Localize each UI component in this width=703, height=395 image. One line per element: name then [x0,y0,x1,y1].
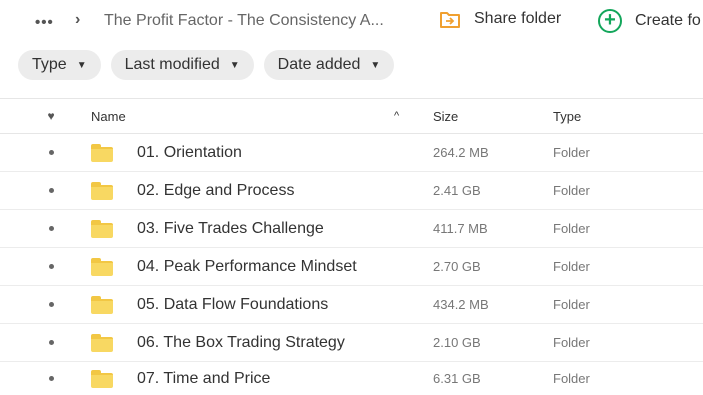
favorite-cell [44,286,58,323]
type-cell: Folder [553,297,590,312]
size-cell: 2.10 GB [433,335,481,350]
type-cell: Folder [553,145,590,160]
favorite-cell [44,134,58,171]
favorite-dot-icon[interactable] [48,340,54,345]
size-cell: 2.70 GB [433,259,481,274]
favorite-dot-icon[interactable] [48,226,54,231]
favorite-dot-icon[interactable] [48,150,54,155]
folder-icon [91,295,113,314]
table-row[interactable]: 03. Five Trades Challenge 411.7 MB Folde… [0,210,703,248]
favorite-dot-icon[interactable] [48,264,54,269]
favorite-cell [44,248,58,285]
type-header-label: Type [553,108,582,124]
filter-bar: Type ▼ Last modified ▼ Date added ▼ [18,50,395,80]
size-column-header[interactable]: Size [433,99,458,133]
favorite-dot-icon[interactable] [48,188,54,193]
share-folder-icon [440,10,460,28]
table-header: ♥ Name ^ Size Type [0,98,703,134]
size-cell: 6.31 GB [433,371,481,386]
size-cell: 264.2 MB [433,145,489,160]
size-cell: 411.7 MB [433,221,488,236]
create-folder-button[interactable]: + Create fo [598,9,701,33]
type-cell: Folder [553,183,590,198]
name-cell: 04. Peak Performance Mindset [91,248,357,285]
favorite-column-header[interactable]: ♥ [44,99,58,133]
filter-date-added[interactable]: Date added ▼ [263,50,395,80]
plus-circle-icon: + [598,9,622,33]
chevron-down-icon: ▼ [229,59,240,71]
filter-type-label: Type [32,56,67,73]
size-cell: 2.41 GB [433,183,481,198]
folder-icon [91,333,113,352]
type-column-header[interactable]: Type [553,99,581,133]
name-cell: 05. Data Flow Foundations [91,286,328,323]
share-folder-button[interactable]: Share folder [440,10,561,28]
name-cell: 01. Orientation [91,134,242,171]
folder-name[interactable]: 07. Time and Price [137,370,270,388]
size-cell: 434.2 MB [433,297,489,312]
filter-type[interactable]: Type ▼ [18,50,101,80]
type-cell: Folder [553,335,590,350]
chevron-down-icon: ▼ [76,59,87,71]
type-cell: Folder [553,221,590,236]
favorite-cell [44,210,58,247]
filter-last-modified-label: Last modified [124,56,220,73]
share-folder-label: Share folder [474,10,562,27]
top-bar: ••• › The Profit Factor - The Consistenc… [0,0,703,44]
folder-name[interactable]: 06. The Box Trading Strategy [137,334,345,352]
favorite-dot-icon[interactable] [48,376,54,381]
table-row[interactable]: 01. Orientation 264.2 MB Folder [0,134,703,172]
name-cell: 07. Time and Price [91,362,270,395]
create-folder-label: Create fo [635,12,701,29]
favorite-cell [44,324,58,361]
table-row[interactable]: 05. Data Flow Foundations 434.2 MB Folde… [0,286,703,324]
folder-icon [91,257,113,276]
table-row[interactable]: 04. Peak Performance Mindset 2.70 GB Fol… [0,248,703,286]
folder-icon [91,369,113,388]
folder-icon [91,219,113,238]
more-options-icon[interactable]: ••• [35,14,54,31]
folder-name[interactable]: 01. Orientation [137,144,242,162]
folder-name[interactable]: 03. Five Trades Challenge [137,220,324,238]
table-row[interactable]: 02. Edge and Process 2.41 GB Folder [0,172,703,210]
favorite-cell [44,362,58,395]
name-cell: 02. Edge and Process [91,172,294,209]
filter-last-modified[interactable]: Last modified ▼ [110,50,254,80]
size-header-label: Size [433,108,459,124]
folder-icon [91,143,113,162]
table-row[interactable]: 06. The Box Trading Strategy 2.10 GB Fol… [0,324,703,362]
sort-ascending-icon[interactable]: ^ [394,99,399,133]
heart-icon: ♥ [47,109,55,123]
name-header-label: Name [91,108,126,124]
name-cell: 03. Five Trades Challenge [91,210,324,247]
favorite-cell [44,172,58,209]
folder-icon [91,181,113,200]
chevron-down-icon: ▼ [370,59,381,71]
name-cell: 06. The Box Trading Strategy [91,324,345,361]
folder-name[interactable]: 04. Peak Performance Mindset [137,258,357,276]
folder-name[interactable]: 05. Data Flow Foundations [137,296,328,314]
favorite-dot-icon[interactable] [48,302,54,307]
table-row[interactable]: 07. Time and Price 6.31 GB Folder [0,362,703,395]
breadcrumb-folder-name[interactable]: The Profit Factor - The Consistency A... [104,12,384,30]
filter-date-added-label: Date added [277,56,361,73]
type-cell: Folder [553,259,590,274]
folder-name[interactable]: 02. Edge and Process [137,182,294,200]
type-cell: Folder [553,371,590,386]
name-column-header[interactable]: Name [91,99,126,133]
breadcrumb-chevron-icon: › [75,11,81,28]
